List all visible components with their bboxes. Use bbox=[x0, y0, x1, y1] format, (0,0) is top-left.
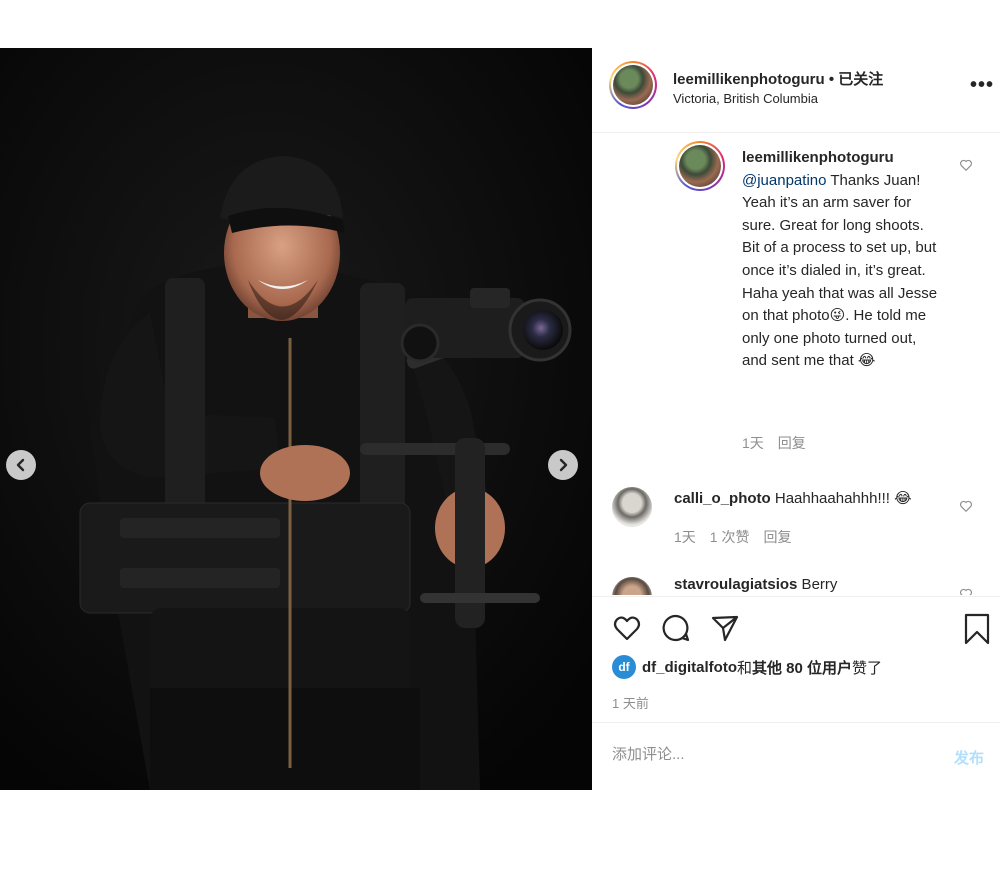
like-reply-heart-icon[interactable] bbox=[959, 158, 973, 172]
add-comment-input[interactable] bbox=[610, 745, 914, 764]
author-username[interactable]: leemillikenphotoguru bbox=[673, 71, 825, 88]
post-timestamp[interactable]: 1 天前 bbox=[612, 693, 649, 712]
author-avatar[interactable] bbox=[609, 61, 657, 109]
reply-reply-button[interactable]: 回复 bbox=[778, 435, 806, 451]
like-comment-heart-icon[interactable] bbox=[959, 499, 973, 513]
separator-dot: • bbox=[824, 71, 839, 88]
commenter-avatar[interactable] bbox=[612, 487, 652, 527]
reply-body: Thanks Juan! Yeah it’s an arm saver for … bbox=[742, 171, 938, 370]
comment-time: 1天 bbox=[674, 529, 696, 545]
follow-status-button[interactable]: 已关注 bbox=[838, 71, 883, 88]
comment-likes-count[interactable]: 1 次赞 bbox=[710, 529, 750, 545]
comment-item: calli_o_photo Haahhaahahhh!!! 😂 bbox=[674, 489, 912, 507]
comment-bubble-icon[interactable] bbox=[661, 613, 691, 643]
post-actions: df df_digitalfoto 和 其他 80 位用户 赞了 1 天前 bbox=[592, 596, 1000, 722]
comment-reply-button[interactable]: 回复 bbox=[763, 529, 791, 545]
liker-avatar[interactable]: df bbox=[612, 655, 636, 679]
reply-author-username[interactable]: leemillikenphotoguru bbox=[742, 149, 894, 166]
first-liker-username[interactable]: df_digitalfoto bbox=[642, 659, 737, 676]
prev-photo-button[interactable] bbox=[6, 450, 36, 480]
post-comment-button[interactable]: 发布 bbox=[954, 747, 984, 768]
post-detail-panel: leemillikenphotoguru • 已关注 Victoria, Bri… bbox=[592, 48, 1000, 790]
like-comment-heart-icon[interactable] bbox=[959, 587, 973, 595]
like-heart-icon[interactable] bbox=[612, 613, 642, 643]
likes-suffix: 赞了 bbox=[852, 659, 883, 677]
other-likers-link[interactable]: 其他 80 位用户 bbox=[752, 657, 852, 678]
share-send-icon[interactable] bbox=[710, 613, 740, 643]
comment-body: Haahhaahahhh!!! 😂 bbox=[770, 490, 912, 507]
reply-meta: 1天 回复 bbox=[742, 433, 820, 453]
photo-scene bbox=[0, 48, 592, 790]
reply-mention-link[interactable]: @juanpatino bbox=[742, 172, 826, 189]
likes-conjunction: 和 bbox=[736, 659, 752, 677]
comment-body: Berry bbox=[797, 576, 838, 593]
commenter-avatar[interactable] bbox=[612, 577, 652, 595]
author-name-line: leemillikenphotoguru • 已关注 bbox=[673, 68, 883, 89]
chevron-left-icon bbox=[16, 458, 25, 472]
comment-item: stavroulagiatsios Berry bbox=[674, 576, 837, 593]
chevron-right-icon bbox=[559, 458, 568, 472]
comment-author-username[interactable]: stavroulagiatsios bbox=[674, 576, 797, 593]
reply-time: 1天 bbox=[742, 435, 764, 451]
likes-summary: df df_digitalfoto 和 其他 80 位用户 赞了 bbox=[612, 655, 882, 679]
comment-meta: 1天 1 次赞 回复 bbox=[674, 527, 805, 547]
save-bookmark-icon[interactable] bbox=[962, 613, 992, 645]
comment-author-username[interactable]: calli_o_photo bbox=[674, 490, 771, 507]
post-photo[interactable] bbox=[0, 48, 592, 790]
reply-author-avatar[interactable] bbox=[675, 141, 725, 191]
more-options-icon[interactable]: ••• bbox=[970, 74, 994, 97]
post-location[interactable]: Victoria, British Columbia bbox=[673, 91, 818, 106]
post-header: leemillikenphotoguru • 已关注 Victoria, Bri… bbox=[592, 48, 1000, 133]
add-comment-bar: 发布 bbox=[592, 722, 1000, 791]
comments-list[interactable]: leemillikenphotoguru @juanpatino Thanks … bbox=[592, 133, 1000, 595]
reply-comment: leemillikenphotoguru @juanpatino Thanks … bbox=[742, 147, 942, 373]
next-photo-button[interactable] bbox=[548, 450, 578, 480]
